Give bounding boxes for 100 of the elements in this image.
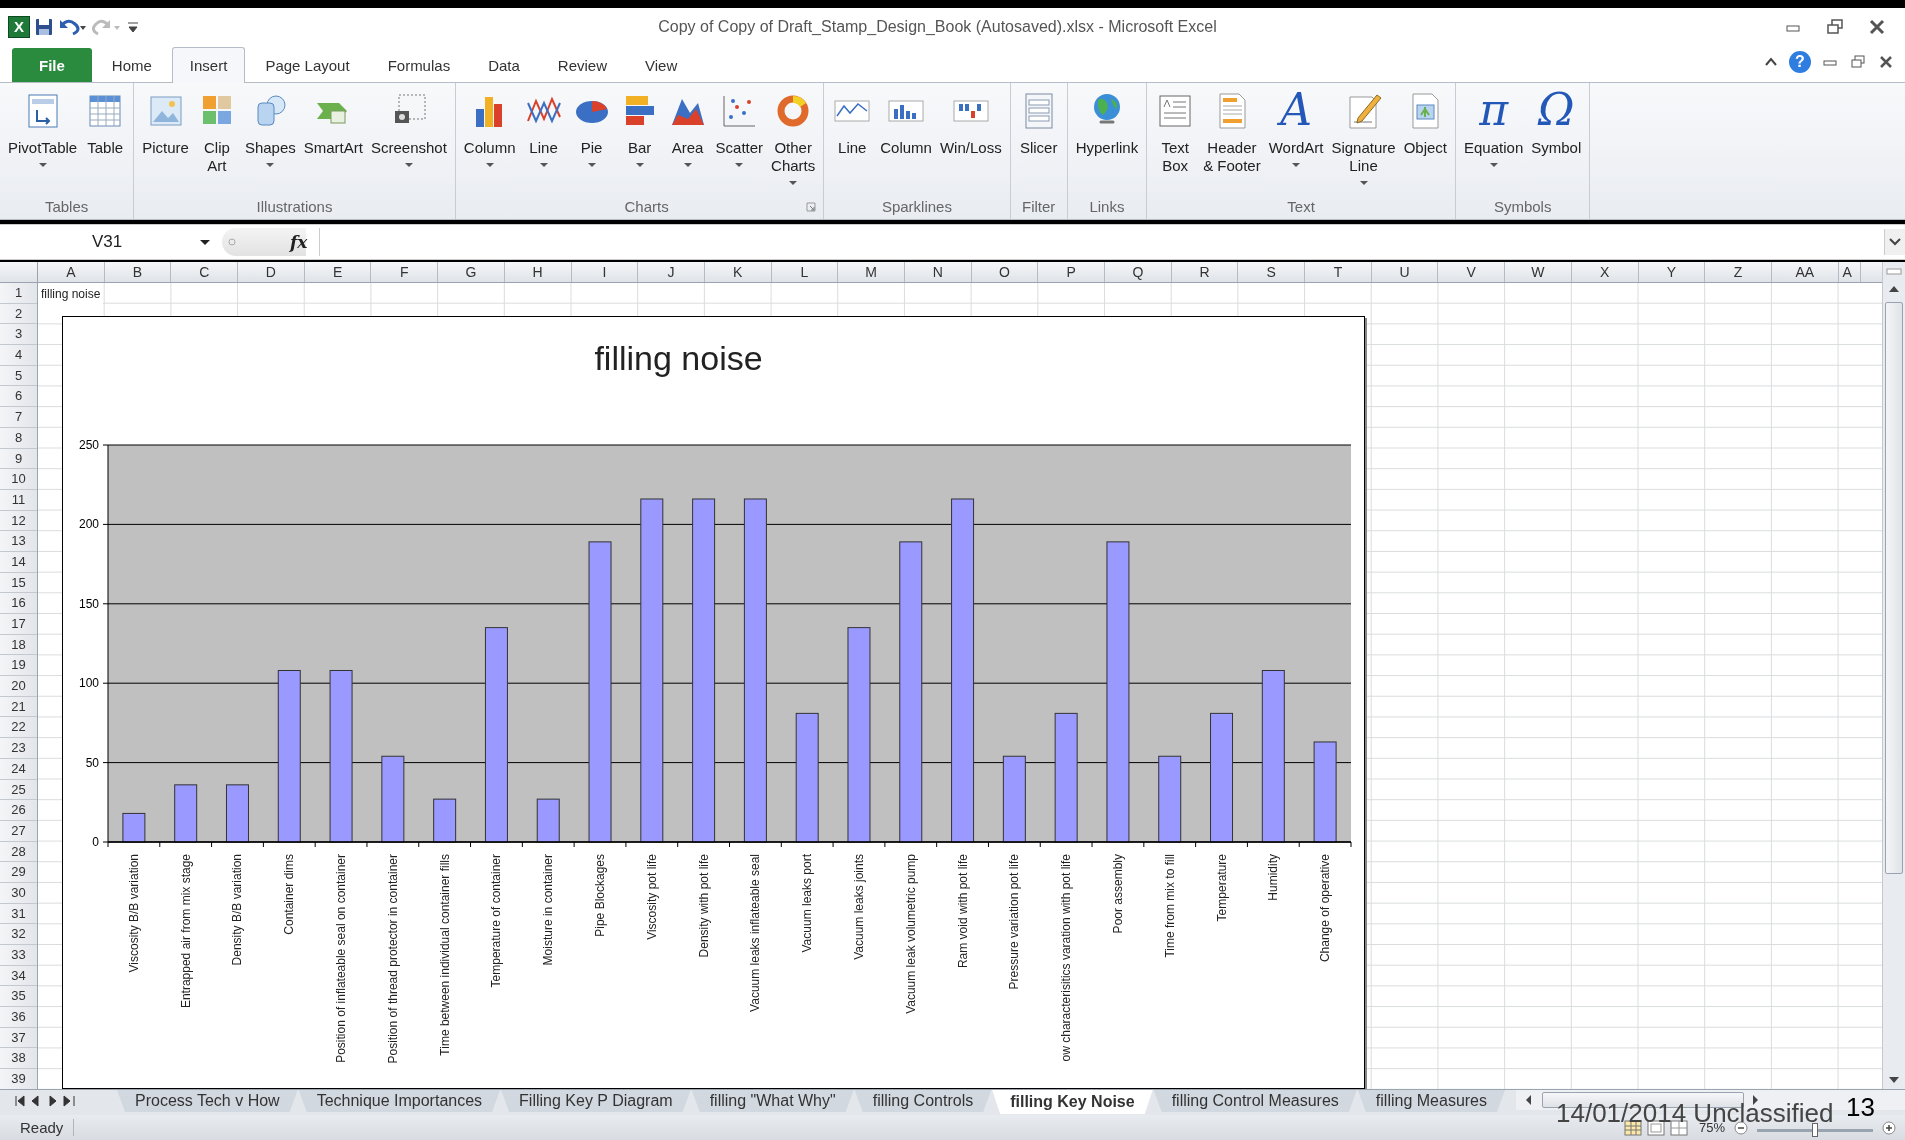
ribbon-button[interactable]: Pie bbox=[568, 89, 615, 167]
chart-area[interactable] bbox=[62, 316, 1365, 1089]
row-header[interactable]: 21 bbox=[0, 696, 37, 718]
expand-icon[interactable] bbox=[1884, 229, 1905, 255]
ribbon-button[interactable]: A WordArt bbox=[1265, 89, 1327, 167]
row-header[interactable]: 26 bbox=[0, 800, 37, 821]
ribbon-button[interactable]: Text Box bbox=[1152, 89, 1199, 175]
row-header[interactable]: 25 bbox=[0, 779, 37, 801]
ribbon-button[interactable]: Shapes bbox=[241, 89, 299, 167]
ribbon-button[interactable]: Screenshot bbox=[367, 89, 450, 167]
sheet-tab[interactable]: Technique Importances bbox=[298, 1090, 501, 1112]
ribbon-tab[interactable]: File bbox=[12, 48, 92, 82]
row-header[interactable]: 5 bbox=[0, 365, 37, 387]
ribbon-tab[interactable]: Page Layout bbox=[247, 48, 368, 82]
row-header[interactable]: 18 bbox=[0, 634, 37, 656]
letter-heading[interactable]: M bbox=[838, 262, 905, 282]
ribbon-button[interactable]: Column bbox=[460, 89, 519, 167]
ribbon-button[interactable]: Bar bbox=[616, 89, 663, 167]
ribbon-button[interactable]: Scatter bbox=[712, 89, 767, 167]
excel-icon[interactable]: X bbox=[8, 15, 30, 38]
letter-heading[interactable]: T bbox=[1305, 262, 1372, 282]
row-header[interactable]: 19 bbox=[0, 655, 37, 677]
slider-thumb[interactable] bbox=[1812, 1122, 1818, 1137]
row-header[interactable]: 29 bbox=[0, 862, 37, 883]
sheet-tab[interactable]: Filling Key P Diagram bbox=[501, 1090, 691, 1112]
ribbon-button[interactable]: Clip Art bbox=[193, 89, 240, 175]
dialog-launcher-icon[interactable] bbox=[806, 202, 817, 212]
row-header[interactable]: 6 bbox=[0, 386, 37, 408]
sheet-tab[interactable]: filling Control Measures bbox=[1153, 1090, 1357, 1112]
ribbon-tab[interactable]: Insert bbox=[171, 47, 246, 83]
help-icon[interactable]: ? bbox=[1789, 51, 1811, 73]
letter-heading[interactable]: E bbox=[304, 262, 372, 282]
ribbon-button[interactable]: Header & Footer bbox=[1200, 89, 1264, 175]
letter-heading[interactable]: A bbox=[1838, 262, 1861, 282]
scrollbar-thumb[interactable] bbox=[1885, 302, 1903, 874]
ribbon-button[interactable]: Column bbox=[877, 89, 935, 157]
row-header[interactable]: 7 bbox=[0, 407, 37, 428]
letter-heading[interactable]: V bbox=[1438, 262, 1506, 282]
letter-heading[interactable]: Z bbox=[1705, 262, 1772, 282]
row-header[interactable]: 2 bbox=[0, 303, 37, 325]
letter-heading[interactable]: X bbox=[1571, 262, 1639, 282]
ribbon-button[interactable]: SmartArt bbox=[300, 89, 366, 157]
letter-heading[interactable]: K bbox=[704, 262, 772, 282]
ribbon-button[interactable]: Ω Symbol bbox=[1528, 89, 1585, 157]
letter-heading[interactable]: R bbox=[1171, 262, 1239, 282]
save-icon[interactable] bbox=[34, 16, 54, 37]
ribbon-button[interactable]: Line bbox=[829, 89, 876, 157]
row-header[interactable]: 4 bbox=[0, 345, 37, 366]
row-header[interactable]: 3 bbox=[0, 324, 37, 346]
ribbon-button[interactable]: Slicer bbox=[1015, 89, 1062, 157]
letter-heading[interactable]: J bbox=[638, 262, 705, 282]
row-header[interactable]: 22 bbox=[0, 717, 37, 739]
vertical-scrollbar[interactable] bbox=[1882, 262, 1905, 1089]
name-box[interactable]: V31 bbox=[12, 228, 222, 256]
row-header[interactable]: 12 bbox=[0, 510, 37, 532]
ribbon-tab[interactable]: Home bbox=[93, 48, 170, 82]
row-header[interactable]: 37 bbox=[0, 1027, 37, 1049]
sheet-tab[interactable]: filling "What Why" bbox=[691, 1090, 854, 1112]
row-header[interactable]: 16 bbox=[0, 593, 37, 614]
letter-heading[interactable]: Y bbox=[1638, 262, 1706, 282]
letter-heading[interactable]: C bbox=[171, 262, 239, 282]
ribbon-button[interactable]: Hyperlink bbox=[1072, 89, 1142, 157]
insert-function-button[interactable]: fx bbox=[290, 232, 308, 252]
ribbon-button[interactable]: Signature Line bbox=[1328, 89, 1399, 185]
sheet-tab[interactable]: filling Key Noise bbox=[992, 1090, 1153, 1114]
letter-heading[interactable]: S bbox=[1238, 262, 1306, 282]
row-header[interactable]: 34 bbox=[0, 965, 37, 987]
letter-heading[interactable]: F bbox=[371, 262, 439, 282]
row-header[interactable]: 36 bbox=[0, 1007, 37, 1028]
row-header[interactable]: 28 bbox=[0, 841, 37, 863]
row-header[interactable]: 1 bbox=[0, 283, 37, 304]
row-header[interactable]: 11 bbox=[0, 489, 37, 511]
row-header[interactable]: 15 bbox=[0, 572, 37, 594]
ribbon-button[interactable]: PivotTable bbox=[5, 89, 81, 167]
row-header[interactable]: 14 bbox=[0, 551, 37, 573]
sheet-tab[interactable]: Process Tech v How bbox=[117, 1090, 298, 1112]
ribbon-button[interactable]: π Equation bbox=[1461, 89, 1527, 167]
letter-heading[interactable]: W bbox=[1505, 262, 1572, 282]
row-header[interactable]: 32 bbox=[0, 924, 37, 945]
ribbon-button[interactable]: Picture bbox=[139, 89, 192, 157]
letter-heading[interactable]: I bbox=[571, 262, 639, 282]
row-header[interactable]: 24 bbox=[0, 758, 37, 780]
row-header[interactable]: 10 bbox=[0, 469, 37, 490]
letter-heading[interactable]: A bbox=[38, 262, 105, 282]
ribbon-tab[interactable]: Formulas bbox=[369, 48, 469, 82]
ribbon-button[interactable]: Win/Loss bbox=[936, 89, 1005, 157]
ribbon-button[interactable]: Line bbox=[520, 89, 567, 167]
ribbon-tab[interactable]: Review bbox=[539, 48, 625, 82]
letter-heading[interactable]: U bbox=[1371, 262, 1439, 282]
ribbon-button[interactable]: Table bbox=[82, 89, 129, 157]
zoom-in-icon[interactable] bbox=[1881, 1119, 1897, 1136]
row-header[interactable]: 9 bbox=[0, 448, 37, 470]
ribbon-button[interactable]: Object bbox=[1400, 89, 1450, 157]
letter-heading[interactable]: P bbox=[1038, 262, 1105, 282]
ribbon-tab[interactable]: Data bbox=[470, 48, 538, 82]
restore-icon[interactable] bbox=[1825, 16, 1845, 37]
ribbon-tab[interactable]: View bbox=[627, 48, 696, 82]
row-header[interactable]: 33 bbox=[0, 945, 37, 966]
restore-icon[interactable] bbox=[1849, 53, 1867, 71]
row-header[interactable]: 20 bbox=[0, 676, 37, 697]
